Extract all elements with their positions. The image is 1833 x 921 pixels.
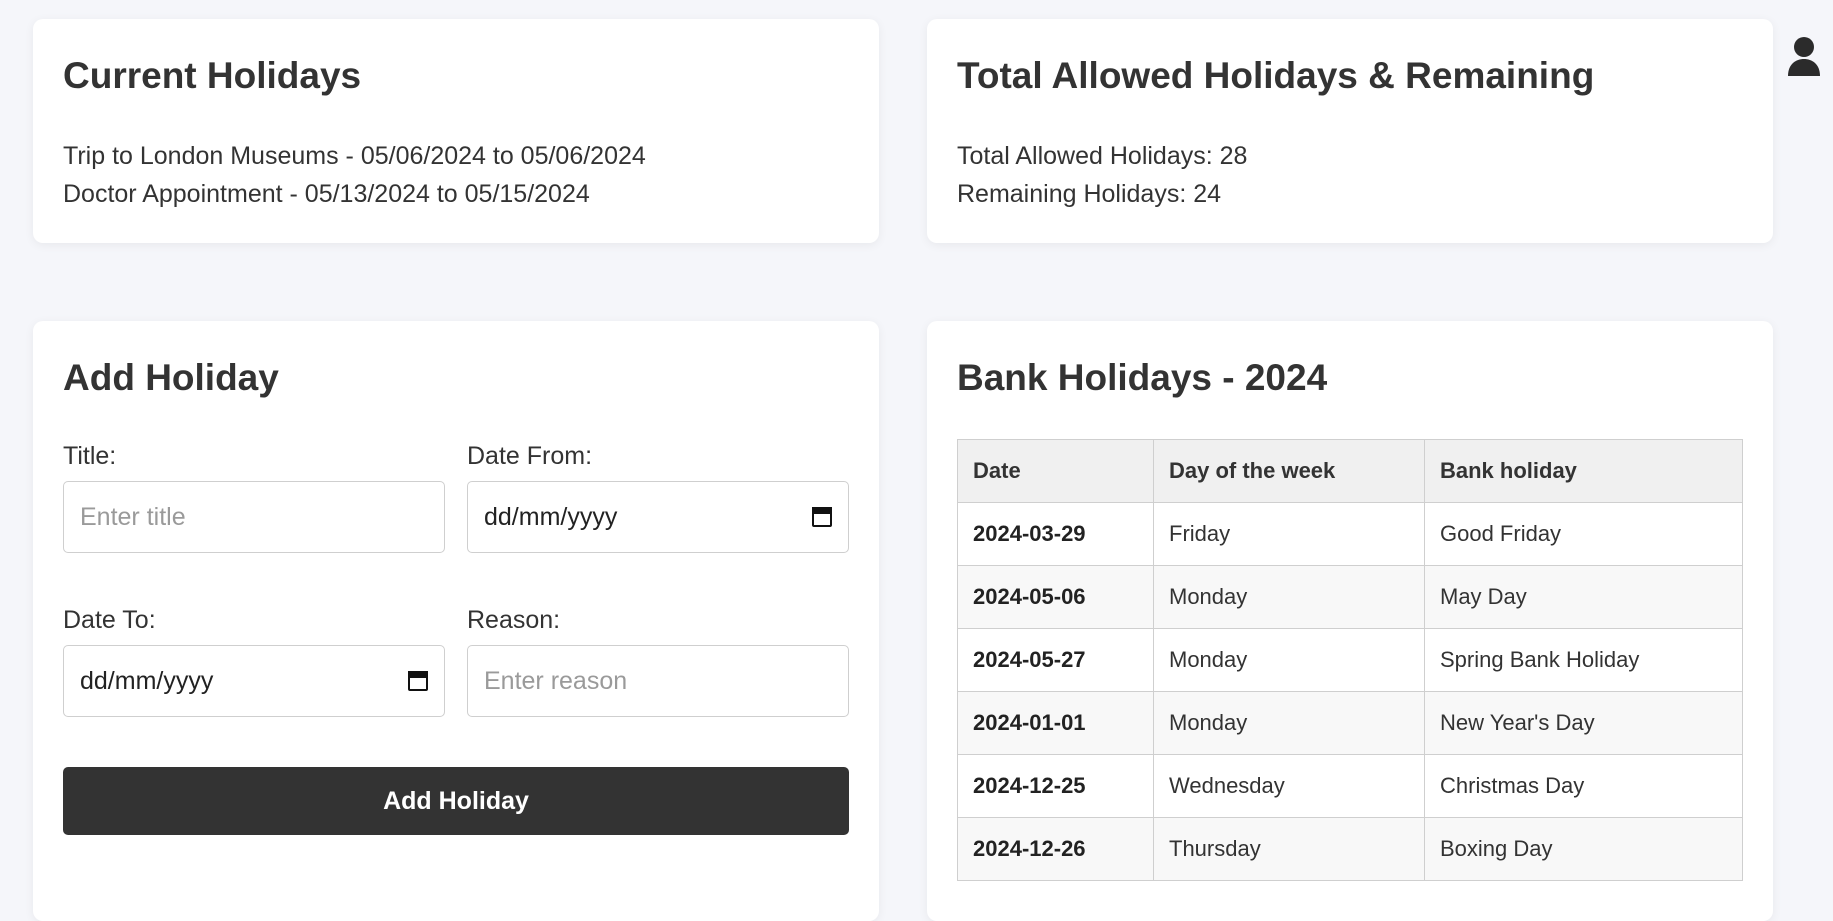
add-holiday-button[interactable]: Add Holiday <box>63 767 849 835</box>
day-cell: Thursday <box>1153 817 1425 881</box>
current-holiday-item: Doctor Appointment - 05/13/2024 to 05/15… <box>63 180 590 208</box>
table-row: 2024-12-25 Wednesday Christmas Day <box>957 754 1743 818</box>
totals-card: Total Allowed Holidays & Remaining Total… <box>927 19 1773 243</box>
day-cell: Friday <box>1153 502 1425 566</box>
current-holidays-list: Trip to London Museums - 05/06/2024 to 0… <box>63 137 849 213</box>
totals-title: Total Allowed Holidays & Remaining <box>957 55 1595 96</box>
totals-list: Total Allowed Holidays: 28 Remaining Hol… <box>957 137 1743 213</box>
table-row: 2024-01-01 Monday New Year's Day <box>957 691 1743 755</box>
day-cell: Monday <box>1153 691 1425 755</box>
day-cell: Monday <box>1153 628 1425 692</box>
column-header-holiday: Bank holiday <box>1424 439 1743 503</box>
calendar-icon[interactable] <box>812 507 832 527</box>
title-label: Title: <box>63 442 117 470</box>
date-cell: 2024-12-25 <box>957 754 1154 818</box>
table-row: 2024-05-06 Monday May Day <box>957 565 1743 629</box>
title-field-group: Title: <box>63 441 445 553</box>
current-holidays-card: Current Holidays Trip to London Museums … <box>33 19 879 243</box>
bank-holidays-title: Bank Holidays - 2024 <box>957 357 1328 398</box>
current-holidays-title: Current Holidays <box>63 55 362 96</box>
table-header-row: Date Day of the week Bank holiday <box>957 439 1743 503</box>
current-holiday-item: Trip to London Museums - 05/06/2024 to 0… <box>63 142 646 170</box>
table-row: 2024-12-26 Thursday Boxing Day <box>957 817 1743 881</box>
holiday-cell: Spring Bank Holiday <box>1424 628 1743 692</box>
date-from-input[interactable]: dd/mm/yyyy <box>467 481 849 553</box>
user-icon[interactable] <box>1786 36 1822 78</box>
day-cell: Monday <box>1153 565 1425 629</box>
date-cell: 2024-05-06 <box>957 565 1154 629</box>
calendar-icon[interactable] <box>408 671 428 691</box>
date-from-value: dd/mm/yyyy <box>484 502 618 531</box>
date-from-label: Date From: <box>467 442 593 470</box>
holiday-cell: Good Friday <box>1424 502 1743 566</box>
bank-holidays-table: Date Day of the week Bank holiday 2024-0… <box>957 439 1743 881</box>
column-header-date: Date <box>957 439 1154 503</box>
date-to-input[interactable]: dd/mm/yyyy <box>63 645 445 717</box>
total-allowed-text: Total Allowed Holidays: 28 <box>957 142 1248 170</box>
reason-input[interactable] <box>467 645 849 717</box>
remaining-text: Remaining Holidays: 24 <box>957 180 1222 208</box>
date-to-value: dd/mm/yyyy <box>80 666 214 695</box>
date-to-label: Date To: <box>63 606 156 634</box>
holiday-cell: Boxing Day <box>1424 817 1743 881</box>
title-input[interactable] <box>63 481 445 553</box>
reason-field-group: Reason: <box>467 605 849 717</box>
add-holiday-card: Add Holiday Title: Date From: dd/mm/yyyy… <box>33 321 879 921</box>
table-row: 2024-03-29 Friday Good Friday <box>957 502 1743 566</box>
date-cell: 2024-05-27 <box>957 628 1154 692</box>
bank-holidays-card: Bank Holidays - 2024 Date Day of the wee… <box>927 321 1773 921</box>
holiday-cell: Christmas Day <box>1424 754 1743 818</box>
holiday-cell: New Year's Day <box>1424 691 1743 755</box>
date-cell: 2024-01-01 <box>957 691 1154 755</box>
day-cell: Wednesday <box>1153 754 1425 818</box>
date-from-field-group: Date From: dd/mm/yyyy <box>467 441 849 553</box>
date-to-field-group: Date To: dd/mm/yyyy <box>63 605 445 717</box>
column-header-day: Day of the week <box>1153 439 1425 503</box>
reason-label: Reason: <box>467 606 561 634</box>
table-row: 2024-05-27 Monday Spring Bank Holiday <box>957 628 1743 692</box>
add-holiday-title: Add Holiday <box>63 357 279 398</box>
date-cell: 2024-03-29 <box>957 502 1154 566</box>
date-cell: 2024-12-26 <box>957 817 1154 881</box>
holiday-cell: May Day <box>1424 565 1743 629</box>
